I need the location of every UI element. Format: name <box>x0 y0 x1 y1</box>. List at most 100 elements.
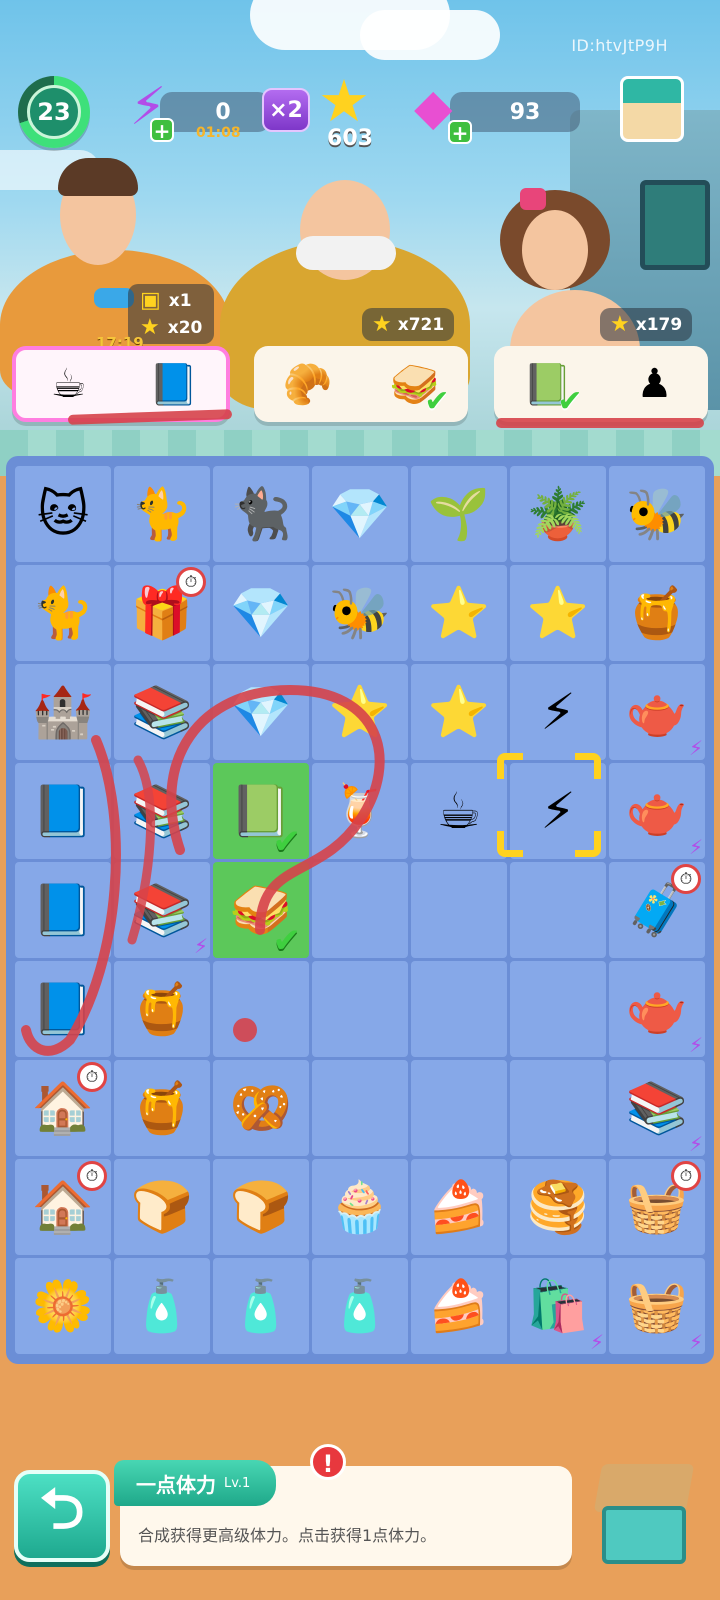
board-cell[interactable]: 🥪 ✔ <box>213 862 309 958</box>
board-cell[interactable]: 📚 ⚡ <box>114 862 210 958</box>
board-cell[interactable]: ⭐ <box>510 565 606 661</box>
board-cell[interactable]: 💎 <box>213 664 309 760</box>
merge-item-icon: 🐱 <box>36 485 90 543</box>
alert-icon[interactable]: ! <box>310 1444 346 1480</box>
board-cell[interactable]: 🐈‍⬛ <box>213 466 309 562</box>
board-cell-empty[interactable] <box>411 1060 507 1156</box>
board-cell[interactable]: 📚 ⚡ <box>609 1060 705 1156</box>
board-cell[interactable]: 🥞 <box>510 1159 606 1255</box>
board-cell-empty[interactable] <box>312 961 408 1057</box>
board-cell[interactable]: 🏠 ⏱ <box>15 1159 111 1255</box>
board-cell[interactable]: 🧴 <box>114 1258 210 1354</box>
back-button[interactable]: ⮌ <box>14 1470 110 1562</box>
board-cell[interactable]: 🎁 ⏱ <box>114 565 210 661</box>
hair-bow <box>520 188 546 210</box>
board-cell[interactable]: 📘 <box>15 763 111 859</box>
board-cell[interactable]: 🍯 <box>114 961 210 1057</box>
board-cell[interactable]: 🏰 <box>15 664 111 760</box>
board-cell[interactable]: 🫖 ⚡ <box>609 961 705 1057</box>
item-description: 合成获得更高级体力。点击获得1点体力。 <box>138 1526 437 1545</box>
star-icon: ★ <box>372 312 392 337</box>
merge-board: 🐱 🐈 🐈‍⬛ 💎 🌱 🪴 🐝 🐈 🎁 ⏱ 💎 🐝 ⭐ ⭐ 🍯 🏰 📚 💎 ⭐ ⭐ ⚡ 🫖 ⚡ 📘 📚 📗 ✔ 🍹 ☕ ⚡ 🫖 ⚡ 📘 📚 ⚡ 🥪 ✔ 🧳… <box>6 456 714 1364</box>
board-cell[interactable]: 🪴 <box>510 466 606 562</box>
board-cell[interactable]: 📘 <box>15 862 111 958</box>
energy-multiplier-button[interactable]: ×2 <box>262 88 310 132</box>
board-cell-empty[interactable] <box>510 862 606 958</box>
board-cell[interactable]: 📘 <box>15 961 111 1057</box>
board-cell[interactable]: 📚 <box>114 763 210 859</box>
energy-bolt-icon: ⚡ <box>688 1132 703 1156</box>
board-cell-empty[interactable] <box>312 862 408 958</box>
board-cell-empty[interactable] <box>213 961 309 1057</box>
cloud <box>360 10 500 60</box>
board-cell[interactable]: 🍹 <box>312 763 408 859</box>
board-cell[interactable]: 🐈 <box>15 565 111 661</box>
board-cell[interactable]: 📚 <box>114 664 210 760</box>
character-girl-head <box>522 210 588 290</box>
board-cell[interactable]: 🐝 <box>312 565 408 661</box>
board-cell[interactable]: 🛍️ ⚡ <box>510 1258 606 1354</box>
reward-chest-count: x1 <box>168 290 192 311</box>
board-cell-empty[interactable] <box>312 1060 408 1156</box>
merge-item-icon: 🥨 <box>229 1079 293 1137</box>
merge-item-icon: 🧴 <box>229 1277 293 1335</box>
merge-item-icon: 🍰 <box>427 1277 491 1335</box>
level-badge[interactable]: 23 <box>18 76 90 148</box>
board-cell[interactable]: 🥨 <box>213 1060 309 1156</box>
board-cell[interactable]: 🍞 <box>114 1159 210 1255</box>
board-cell[interactable]: 🍰 <box>411 1159 507 1255</box>
board-cell[interactable]: ⚡ <box>510 763 606 859</box>
board-cell[interactable]: 🐈 <box>114 466 210 562</box>
board-cell[interactable]: 🧴 <box>312 1258 408 1354</box>
board-cell[interactable]: 🍰 <box>411 1258 507 1354</box>
board-cell[interactable]: 💎 <box>312 466 408 562</box>
board-cell[interactable]: ⭐ <box>411 565 507 661</box>
board-cell[interactable]: ⭐ <box>411 664 507 760</box>
add-energy-button[interactable]: + <box>150 118 174 142</box>
board-cell[interactable]: 🧴 <box>213 1258 309 1354</box>
board-cell[interactable]: 🫖 ⚡ <box>609 763 705 859</box>
board-cell[interactable]: 🏠 ⏱ <box>15 1060 111 1156</box>
board-cell[interactable]: 🐱 <box>15 466 111 562</box>
board-cell[interactable]: 🧺 ⏱ <box>609 1159 705 1255</box>
board-cell[interactable]: 📗 ✔ <box>213 763 309 859</box>
board-cell[interactable]: 🐝 <box>609 466 705 562</box>
merge-item-icon: 🧴 <box>328 1277 392 1335</box>
reward-star-count: x721 <box>397 314 445 335</box>
board-cell[interactable]: 🧁 <box>312 1159 408 1255</box>
shop-button[interactable] <box>620 76 684 142</box>
board-cell-empty[interactable] <box>510 1060 606 1156</box>
board-cell[interactable]: 🌼 <box>15 1258 111 1354</box>
board-cell[interactable]: ☕ <box>411 763 507 859</box>
box-lid <box>593 1464 695 1512</box>
board-cell[interactable]: ⚡ <box>510 664 606 760</box>
board-cell-empty[interactable] <box>510 961 606 1057</box>
board-cell-empty[interactable] <box>411 862 507 958</box>
energy-bolt-icon: ⚡ <box>193 934 208 958</box>
board-cell[interactable]: 🍯 <box>609 565 705 661</box>
merge-item-icon: 🍯 <box>130 1079 194 1137</box>
reward-tag-old-man: ★ x721 <box>362 308 455 341</box>
reward-star-count: x20 <box>167 317 203 338</box>
storybook-icon: 📘 <box>148 361 199 408</box>
merge-item-icon: ⭐ <box>427 683 491 741</box>
board-cell[interactable]: 🌱 <box>411 466 507 562</box>
merge-item-icon: 🍯 <box>625 584 689 642</box>
inventory-box-button[interactable] <box>588 1458 700 1570</box>
merge-item-icon: 🪴 <box>526 485 590 543</box>
star-count: 603 <box>327 126 373 151</box>
board-cell[interactable]: 🧳 ⏱ <box>609 862 705 958</box>
add-gems-button[interactable]: + <box>448 120 472 144</box>
board-cell-empty[interactable] <box>411 961 507 1057</box>
timer-icon: ⏱ <box>176 567 206 597</box>
board-cell[interactable]: ⭐ <box>312 664 408 760</box>
order-card-3[interactable]: 📗 ✔ ♟ <box>494 346 708 422</box>
board-cell[interactable]: 🫖 ⚡ <box>609 664 705 760</box>
order-card-2[interactable]: 🥐 🥪 ✔ <box>254 346 468 422</box>
board-cell[interactable]: 💎 <box>213 565 309 661</box>
board-cell[interactable]: 🍯 <box>114 1060 210 1156</box>
board-cell[interactable]: 🍞 <box>213 1159 309 1255</box>
merge-item-icon: 🐈‍⬛ <box>229 485 293 543</box>
merge-item-icon: 🐈 <box>31 584 95 642</box>
board-cell[interactable]: 🧺 ⚡ <box>609 1258 705 1354</box>
